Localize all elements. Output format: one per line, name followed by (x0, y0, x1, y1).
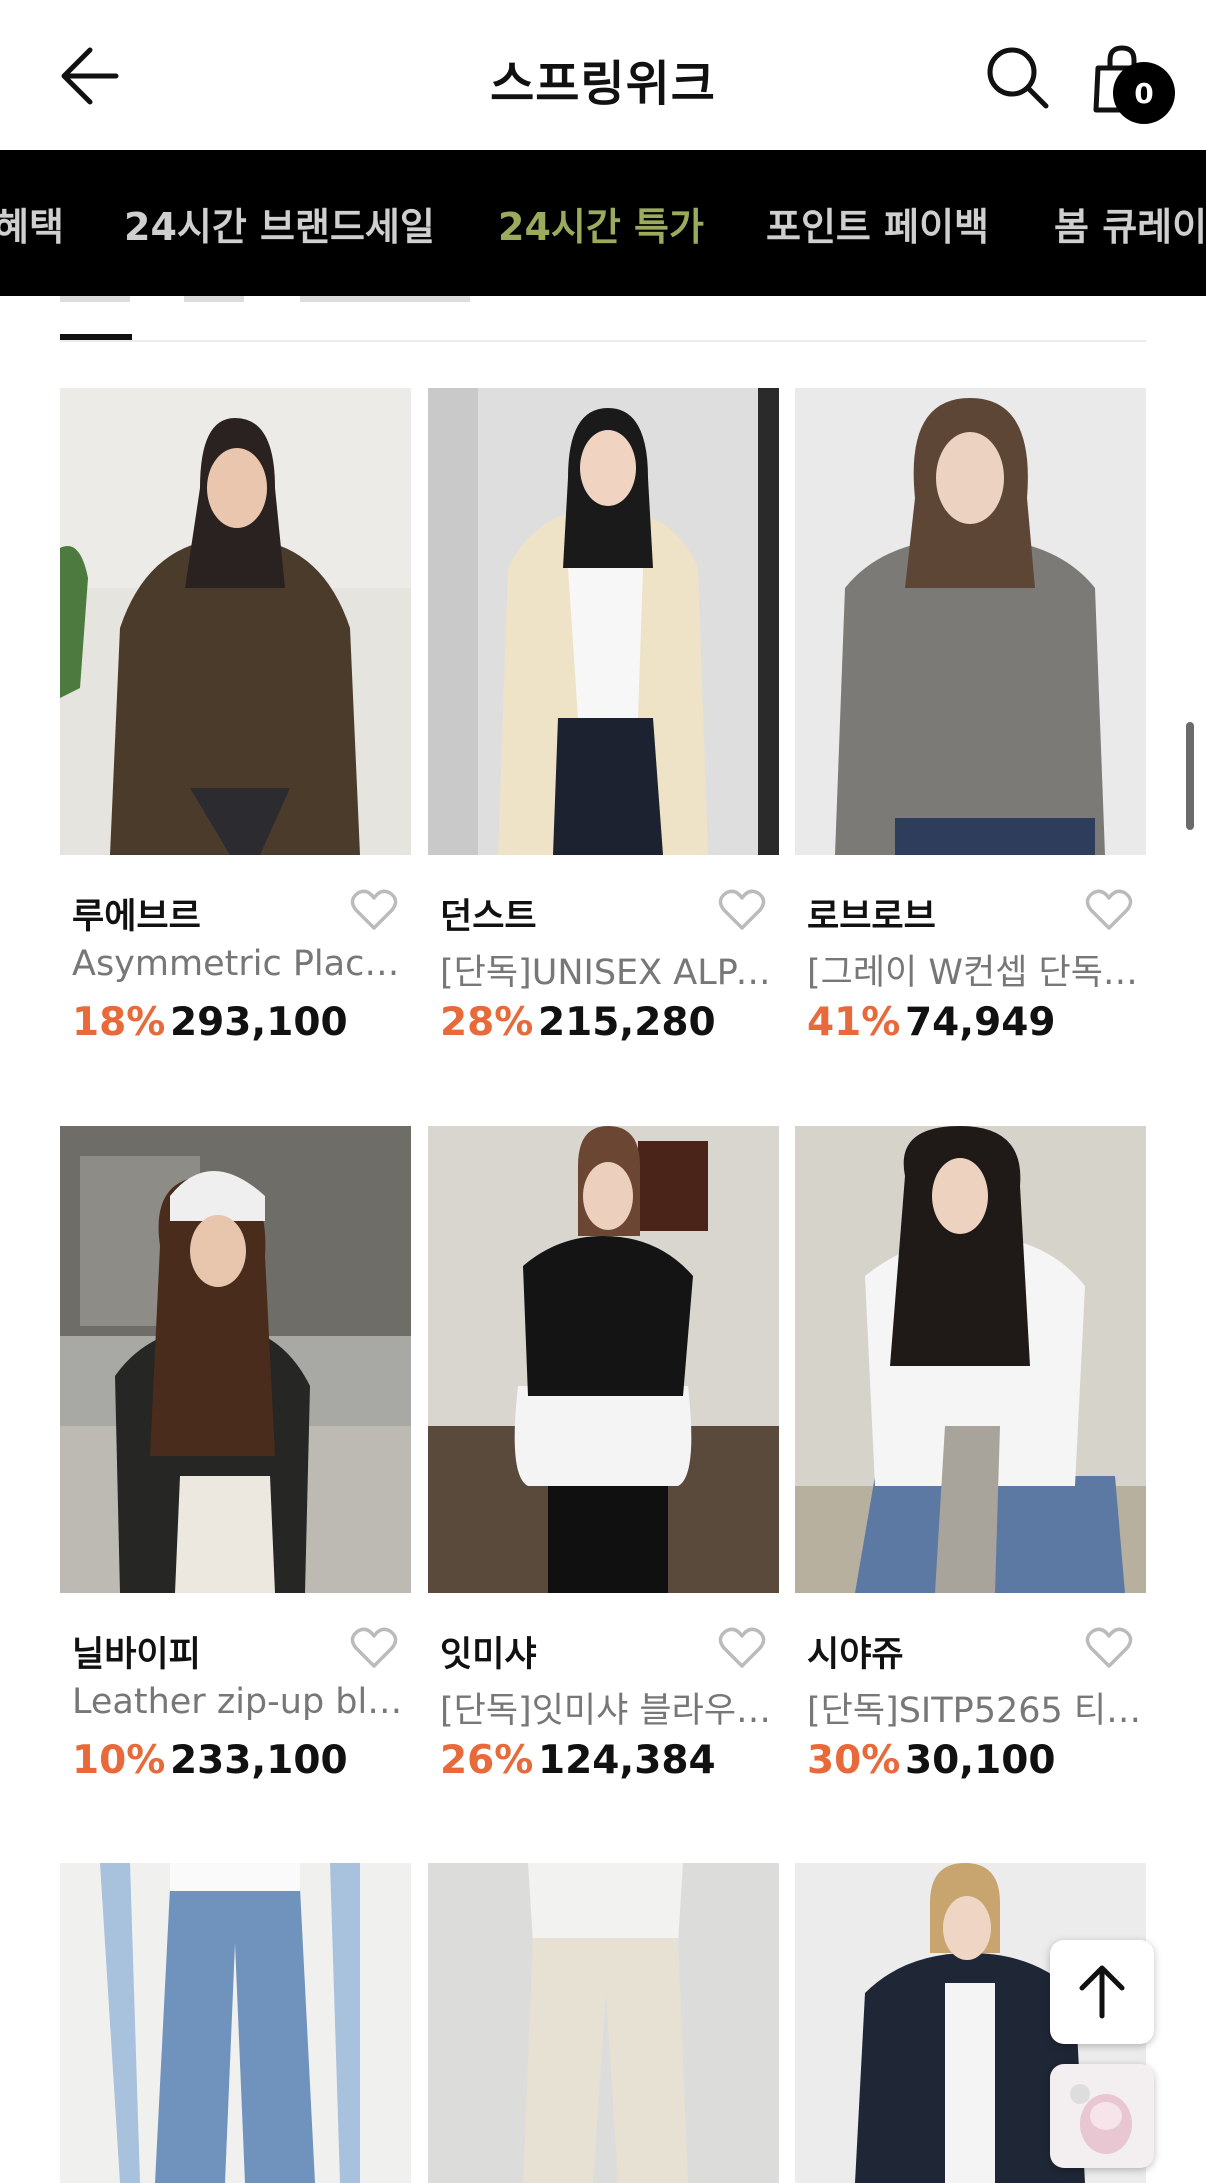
wishlist-button[interactable] (1085, 1626, 1133, 1670)
discount-rate: 41% (807, 1000, 901, 1045)
tab-benefits[interactable]: 혜택 (0, 196, 64, 251)
product-name: [그레이 W컨셉 단독] 카디건 (807, 953, 1142, 993)
product-name: [단독]잇미샤 블라우스 니트 세트 (440, 1691, 775, 1731)
product-brand: 루에브르 (72, 897, 201, 937)
heart-icon (350, 1627, 398, 1668)
cart-count-badge: 0 (1113, 62, 1175, 124)
wishlist-button[interactable] (350, 888, 398, 932)
discount-rate: 28% (440, 1000, 534, 1045)
product-image[interactable] (60, 388, 411, 855)
product-brand: 시야쥬 (807, 1635, 904, 1675)
sale-price: 293,100 (170, 1000, 348, 1045)
product-brand: 로브로브 (807, 897, 936, 937)
product-brand: 닐바이피 (72, 1635, 201, 1675)
product-brand: 던스트 (440, 897, 537, 937)
discount-rate: 30% (807, 1738, 901, 1783)
product-image[interactable] (428, 388, 779, 855)
product-name: Leather zip-up blouson (72, 1682, 407, 1722)
sub-tab-fragment (184, 296, 244, 302)
heart-icon (718, 1627, 766, 1668)
search-icon (987, 47, 1049, 109)
product-image[interactable] (795, 1126, 1146, 1593)
sub-tab-active-indicator (60, 334, 132, 340)
sub-tab-fragment (60, 296, 130, 302)
product-name: [단독]UNISEX ALPACA WOOL COAT (440, 953, 775, 993)
product-image[interactable] (795, 388, 1146, 855)
heart-icon (350, 889, 398, 930)
tab-24h-deal[interactable]: 24시간 특가 (498, 196, 704, 251)
scrollbar-thumb[interactable] (1186, 722, 1194, 830)
wishlist-button[interactable] (718, 1626, 766, 1670)
product-image[interactable] (60, 1863, 411, 2183)
tab-brand-sale[interactable]: 24시간 브랜드세일 (124, 196, 435, 251)
sub-tab-fragment (300, 296, 470, 302)
sale-price: 74,949 (905, 1000, 1056, 1045)
discount-rate: 10% (72, 1738, 166, 1783)
search-button[interactable] (980, 40, 1056, 116)
product-image[interactable] (428, 1126, 779, 1593)
sub-tab-bar (60, 296, 1146, 342)
app-header: 스프링위크 0 (0, 0, 1206, 150)
product-image[interactable] (428, 1863, 779, 2183)
heart-icon (1085, 1627, 1133, 1668)
heart-icon (718, 889, 766, 930)
sale-price: 233,100 (170, 1738, 348, 1783)
promo-floating-banner[interactable] (1050, 2064, 1154, 2168)
wishlist-button[interactable] (718, 888, 766, 932)
product-name: [단독]SITP5265 티셔츠 (807, 1691, 1142, 1731)
arrow-up-icon (1079, 1965, 1125, 2019)
category-tab-bar: 혜택 24시간 브랜드세일 24시간 특가 포인트 페이백 봄 큐레이 (0, 150, 1206, 296)
sale-price: 215,280 (538, 1000, 716, 1045)
discount-rate: 26% (440, 1738, 534, 1783)
sale-price: 124,384 (538, 1738, 716, 1783)
wishlist-button[interactable] (350, 1626, 398, 1670)
heart-icon (1085, 889, 1133, 930)
product-image[interactable] (60, 1126, 411, 1593)
scroll-to-top-button[interactable] (1050, 1940, 1154, 2044)
tab-spring-curation[interactable]: 봄 큐레이 (1054, 196, 1206, 251)
tab-point-payback[interactable]: 포인트 페이백 (766, 196, 989, 251)
product-name: Asymmetric Placket Suede Jacket (72, 944, 407, 984)
wishlist-button[interactable] (1085, 888, 1133, 932)
discount-rate: 18% (72, 1000, 166, 1045)
sale-price: 30,100 (905, 1738, 1056, 1783)
product-brand: 잇미샤 (440, 1635, 537, 1675)
